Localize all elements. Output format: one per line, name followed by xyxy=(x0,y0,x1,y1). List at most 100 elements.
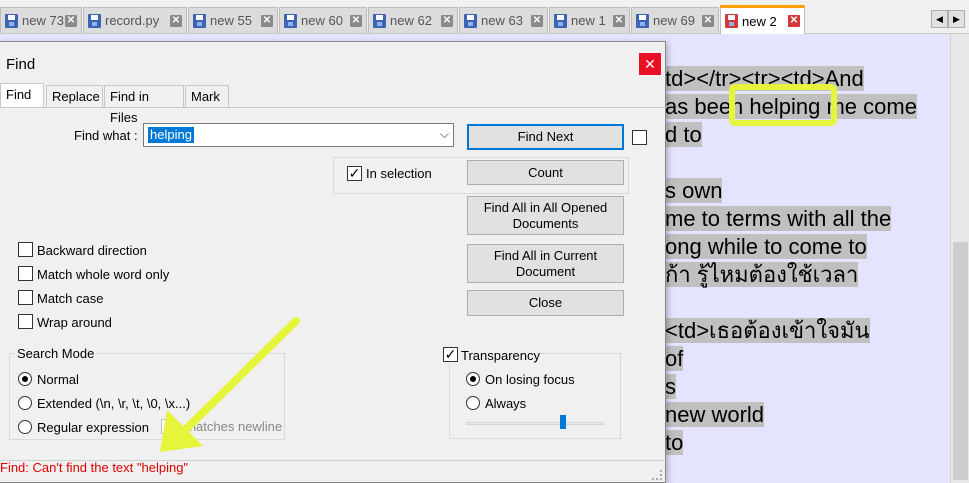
tab-new-62[interactable]: new 62 ✕ xyxy=(368,7,458,33)
tab-label: new 62 xyxy=(390,13,432,28)
extended-label: Extended (\n, \r, \t, \0, \x...) xyxy=(37,396,191,411)
find-all-current-button[interactable]: Find All in Current Document xyxy=(467,244,624,283)
tab-find[interactable]: Find xyxy=(0,83,44,108)
tab-new-63[interactable]: new 63 ✕ xyxy=(459,7,548,33)
tab-find-in-files[interactable]: Find in Files xyxy=(104,85,184,125)
transparency-slider-thumb[interactable] xyxy=(560,415,566,429)
tab-label: new 69 xyxy=(653,13,695,28)
find-all-opened-line2: Documents xyxy=(512,215,579,231)
file-icon xyxy=(284,13,297,28)
find-all-current-line2: Document xyxy=(515,263,576,279)
backward-direction-label: Backward direction xyxy=(37,243,147,258)
wrap-around-checkbox[interactable] xyxy=(18,314,33,329)
match-case-label: Match case xyxy=(37,291,104,306)
backward-direction-checkbox[interactable] xyxy=(18,242,33,257)
search-mode-legend: Search Mode xyxy=(15,346,97,361)
file-icon-red xyxy=(725,14,738,28)
transparency-checkbox[interactable] xyxy=(443,347,458,362)
document-tab-bar: new 73 ✕ record.py ✕ new 55 ✕ new 60 ✕ n… xyxy=(0,0,969,34)
tab-new-1[interactable]: new 1 ✕ xyxy=(549,7,630,33)
always-label: Always xyxy=(485,396,527,411)
tab-new-69[interactable]: new 69 ✕ xyxy=(631,7,719,33)
file-icon xyxy=(373,13,386,28)
tab-label: new 73 xyxy=(22,13,64,28)
find-what-label: Find what : xyxy=(74,128,138,143)
find-dialog: Find ✕ Find Replace Find in Files Mark F… xyxy=(0,41,666,483)
editor-line: of xyxy=(665,346,684,371)
on-losing-focus-radio[interactable] xyxy=(466,372,480,386)
file-icon xyxy=(193,13,206,28)
file-icon xyxy=(636,13,649,28)
editor-vertical-scrollbar[interactable] xyxy=(950,34,969,483)
editor-line: new world xyxy=(665,402,765,427)
chevron-down-icon[interactable]: ⌵ xyxy=(440,127,449,142)
find-all-opened-line1: Find All in All Opened xyxy=(483,199,608,215)
in-selection-checkbox[interactable] xyxy=(347,166,362,181)
tab-scroll-right-icon[interactable]: ▶ xyxy=(948,10,965,28)
find-all-opened-button[interactable]: Find All in All Opened Documents xyxy=(467,196,624,235)
transparency-slider-track[interactable] xyxy=(466,422,604,425)
tab-close-icon[interactable]: ✕ xyxy=(350,14,362,27)
tab-close-icon[interactable]: ✕ xyxy=(702,14,714,27)
normal-radio[interactable] xyxy=(18,372,32,386)
always-radio[interactable] xyxy=(466,396,480,410)
tab-new-60[interactable]: new 60 ✕ xyxy=(279,7,367,33)
editor-line: ong while to come to xyxy=(665,234,867,259)
tab-close-icon[interactable]: ✕ xyxy=(441,14,453,27)
count-button[interactable]: Count xyxy=(467,160,624,185)
tab-new-73[interactable]: new 73 ✕ xyxy=(0,7,82,33)
editor-line: s xyxy=(665,374,676,399)
tab-divider xyxy=(0,107,666,108)
tab-new-55[interactable]: new 55 ✕ xyxy=(188,7,278,33)
tab-label: new 2 xyxy=(742,13,777,29)
on-losing-focus-label: On losing focus xyxy=(485,372,575,387)
tab-close-icon[interactable]: ✕ xyxy=(170,14,182,27)
editor-line: ก้า รู้ไหมต้องใช้เวลา xyxy=(665,262,859,287)
status-message: Find: Can't find the text "helping" xyxy=(0,460,189,475)
resize-grip-icon[interactable] xyxy=(652,470,662,480)
tab-label: new 60 xyxy=(301,13,343,28)
tab-label: new 1 xyxy=(571,13,606,28)
wrap-around-label: Wrap around xyxy=(37,315,112,330)
transparency-label: Transparency xyxy=(461,348,540,363)
regex-radio[interactable] xyxy=(18,420,32,434)
editor-line: to xyxy=(665,430,684,455)
editor-line: <td>เธอต้องเข้าใจมัน xyxy=(665,318,870,343)
extended-radio[interactable] xyxy=(18,396,32,410)
matches-newline-checkbox[interactable] xyxy=(161,419,176,434)
match-whole-word-checkbox[interactable] xyxy=(18,266,33,281)
tab-label: record.py xyxy=(105,13,160,28)
tab-close-icon[interactable]: ✕ xyxy=(531,14,543,27)
editor-line: d to xyxy=(665,122,702,147)
normal-label: Normal xyxy=(37,372,79,387)
matches-newline-label: . matches newline xyxy=(178,419,282,434)
tab-scroll-arrows: ◀ ▶ xyxy=(931,10,965,28)
tab-label: new 55 xyxy=(210,13,252,28)
tab-close-icon[interactable]: ✕ xyxy=(261,14,273,27)
tab-new-2[interactable]: new 2 ✕ xyxy=(720,5,805,34)
tab-label: new 63 xyxy=(481,13,523,28)
scrollbar-thumb[interactable] xyxy=(953,242,968,480)
close-button[interactable]: Close xyxy=(467,290,624,316)
match-case-checkbox[interactable] xyxy=(18,290,33,305)
file-icon xyxy=(5,13,18,28)
in-selection-label: In selection xyxy=(366,166,432,181)
tab-close-icon[interactable]: ✕ xyxy=(65,14,77,27)
find-next-button[interactable]: Find Next xyxy=(467,124,624,150)
tab-scroll-left-icon[interactable]: ◀ xyxy=(931,10,948,28)
tab-replace[interactable]: Replace xyxy=(46,85,103,107)
find-next-extra-checkbox[interactable] xyxy=(632,130,647,145)
tab-mark[interactable]: Mark xyxy=(185,85,229,107)
close-icon[interactable]: ✕ xyxy=(639,53,661,75)
editor-line: me to terms with all the xyxy=(665,206,892,231)
tab-record-py[interactable]: record.py ✕ xyxy=(83,7,187,33)
file-icon xyxy=(464,13,477,28)
find-what-input[interactable]: helping ⌵ xyxy=(143,123,454,147)
file-icon xyxy=(554,13,567,28)
find-what-value[interactable]: helping xyxy=(148,127,194,143)
dialog-title: Find xyxy=(6,56,36,73)
file-icon xyxy=(88,13,101,28)
tab-close-icon[interactable]: ✕ xyxy=(788,15,800,27)
tab-close-icon[interactable]: ✕ xyxy=(613,14,625,27)
regex-label: Regular expression xyxy=(37,420,150,435)
